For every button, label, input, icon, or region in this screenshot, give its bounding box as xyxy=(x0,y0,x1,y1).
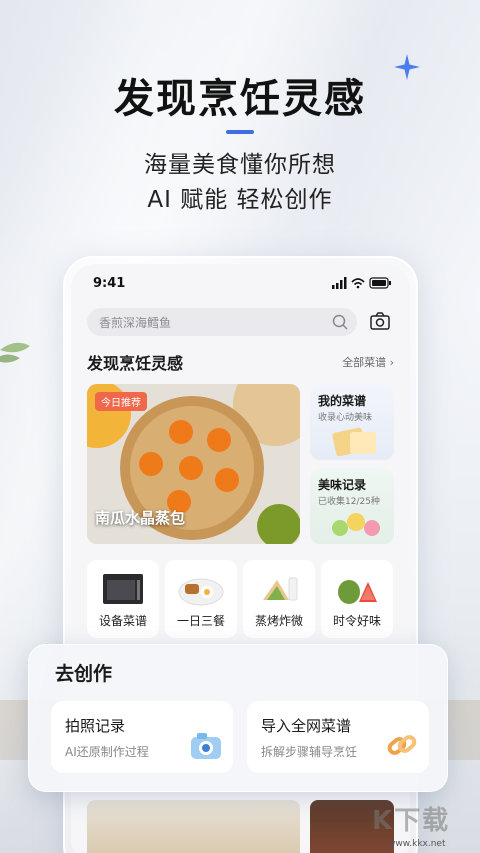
hero-subtitle-2: AI 赋能 轻松创作 xyxy=(147,187,333,213)
category-three-meals[interactable]: 一日三餐 xyxy=(165,560,237,638)
import-recipe-title: 导入全网菜谱 xyxy=(261,717,352,735)
category-label: 时令好味 xyxy=(332,614,381,628)
section-title: 发现烹饪灵感 xyxy=(87,354,184,373)
today-recommend-badge: 今日推荐 xyxy=(95,392,147,411)
category-seasonal[interactable]: 时令好味 xyxy=(321,560,393,638)
search-placeholder: 香煎深海鳕鱼 xyxy=(99,316,172,330)
status-bar: 9:41 xyxy=(71,264,410,300)
status-time: 9:41 xyxy=(93,276,126,291)
search-input[interactable]: 香煎深海鳕鱼 xyxy=(87,308,357,336)
photo-record-title: 拍照记录 xyxy=(65,717,126,735)
featured-recipe-title: 南瓜水晶蒸包 xyxy=(95,509,186,527)
all-recipes-link[interactable]: 全部菜谱 › xyxy=(342,354,394,370)
food-records-subtitle: 已收集12/25种 xyxy=(318,497,380,507)
my-recipes-card[interactable]: 我的菜谱 收录心动美味 xyxy=(310,384,394,460)
featured-recipe-card[interactable]: 今日推荐 南瓜水晶蒸包 xyxy=(87,384,300,544)
camera-icon[interactable] xyxy=(370,312,390,330)
status-icons xyxy=(332,277,391,289)
food-records-title: 美味记录 xyxy=(318,478,367,492)
category-steam-bake-fry[interactable]: 蒸烤炸微 xyxy=(243,560,315,638)
import-recipe-button[interactable]: 导入全网菜谱 拆解步骤辅导烹饪 xyxy=(247,701,429,773)
search-icon[interactable] xyxy=(331,313,349,331)
fruit-icon xyxy=(338,580,377,604)
food-records-card[interactable]: 美味记录 已收集12/25种 xyxy=(310,468,394,544)
watermark-logo: K下载 xyxy=(372,806,451,836)
recipe-photo-bread[interactable] xyxy=(87,800,300,853)
watermark-url: www.kkx.net xyxy=(388,839,446,849)
recipe-book-icon xyxy=(332,427,376,456)
hero-title: 发现烹饪灵感 xyxy=(114,76,366,122)
my-recipes-title: 我的菜谱 xyxy=(318,394,367,408)
category-label: 设备菜谱 xyxy=(98,614,147,628)
category-label: 一日三餐 xyxy=(176,614,225,628)
category-label: 蒸烤炸微 xyxy=(254,614,303,628)
plant-decoration xyxy=(0,342,30,363)
camera-icon xyxy=(191,733,221,759)
hero-subtitle-1: 海量美食懂你所想 xyxy=(144,152,336,178)
my-recipes-subtitle: 收录心动美味 xyxy=(318,413,373,423)
sandwich-icon xyxy=(263,577,298,601)
link-icon xyxy=(387,735,417,755)
fruit-collection-icon xyxy=(332,513,380,536)
import-recipe-subtitle: 拆解步骤辅导烹饪 xyxy=(261,745,358,759)
oven-icon xyxy=(103,574,143,604)
photo-record-subtitle: AI还原制作过程 xyxy=(65,745,149,759)
category-device-recipes[interactable]: 设备菜谱 xyxy=(87,560,159,638)
hero-divider xyxy=(226,130,254,134)
create-title: 去创作 xyxy=(55,663,113,685)
create-panel: 去创作 拍照记录 AI还原制作过程 导入全网菜谱 拆解步骤辅导烹饪 xyxy=(28,644,448,792)
breakfast-plate-icon xyxy=(178,578,224,606)
photo-record-button[interactable]: 拍照记录 AI还原制作过程 xyxy=(51,701,233,773)
